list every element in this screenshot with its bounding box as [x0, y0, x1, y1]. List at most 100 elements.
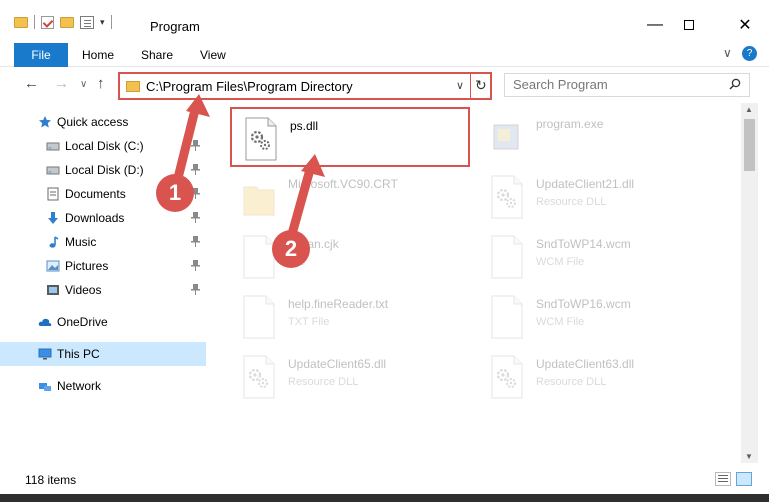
- up-button[interactable]: ↑: [97, 75, 105, 92]
- computer-icon: [38, 347, 52, 361]
- file-name: UpdateClient65.dll: [288, 357, 387, 371]
- sidebar-item-network[interactable]: Network: [0, 374, 206, 398]
- file-name: SndToWP16.wcm: [536, 297, 631, 311]
- pin-icon[interactable]: [191, 212, 200, 226]
- new-folder-icon[interactable]: [60, 16, 74, 28]
- expand-ribbon-icon[interactable]: ∨: [723, 46, 732, 60]
- file-tile[interactable]: Microsoft.VC90.CRT: [230, 167, 470, 227]
- folder-icon: [242, 175, 276, 219]
- help-icon[interactable]: ?: [742, 46, 757, 61]
- sidebar-item-label: Videos: [65, 283, 102, 297]
- pin-icon[interactable]: [191, 164, 200, 178]
- quick-access-toolbar: ▾: [14, 15, 112, 29]
- music-icon: [46, 235, 60, 249]
- sidebar-item-local-disk-c[interactable]: Local Disk (C:): [0, 134, 206, 158]
- sidebar-item-label: Local Disk (C:): [65, 139, 144, 153]
- sidebar-item-quick-access[interactable]: Quick access: [0, 110, 206, 134]
- status-bar: 118 items: [0, 470, 769, 492]
- tab-view[interactable]: View: [200, 48, 226, 62]
- file-tile[interactable]: SndToWP14.wcm WCM File: [478, 227, 718, 287]
- maximize-button[interactable]: [666, 10, 712, 40]
- documents-icon: [46, 187, 60, 201]
- file-tile[interactable]: UpdateClient65.dll Resource DLL: [230, 347, 470, 407]
- annotation-marker-2: 2: [272, 230, 310, 268]
- file-type: WCM File: [536, 316, 585, 328]
- address-bar[interactable]: C:\Program Files\Program Directory ∨ ↻: [118, 72, 492, 100]
- dll-icon: [490, 355, 524, 399]
- folder-icon: [126, 81, 140, 92]
- details-view-button[interactable]: [715, 472, 731, 486]
- search-box[interactable]: [504, 73, 750, 97]
- large-icons-view-button[interactable]: [736, 472, 752, 486]
- address-path[interactable]: C:\Program Files\Program Directory: [146, 79, 353, 94]
- toolbar-divider: [110, 15, 112, 29]
- search-input[interactable]: [513, 77, 723, 92]
- scrollbar-thumb[interactable]: [744, 119, 755, 171]
- pin-icon[interactable]: [191, 140, 200, 154]
- address-divider: [470, 74, 471, 98]
- star-icon: [38, 115, 52, 129]
- tab-file[interactable]: File: [14, 43, 68, 67]
- file-icon: [242, 295, 276, 339]
- tab-share[interactable]: Share: [141, 48, 173, 62]
- file-type: Resource DLL: [536, 196, 607, 208]
- pin-icon[interactable]: [191, 260, 200, 274]
- customize-toolbar-dropdown-icon[interactable]: ▾: [100, 17, 105, 28]
- sidebar-item-label: Local Disk (D:): [65, 163, 144, 177]
- recent-locations-icon[interactable]: ∨: [80, 79, 87, 90]
- refresh-icon[interactable]: ↻: [475, 77, 487, 94]
- tab-home[interactable]: Home: [82, 48, 114, 62]
- file-name: program.exe: [536, 117, 604, 131]
- sidebar-item-pictures[interactable]: Pictures: [0, 254, 206, 278]
- file-tile[interactable]: UpdateClient21.dll Resource DLL: [478, 167, 718, 227]
- forward-button[interactable]: →: [54, 75, 69, 92]
- sidebar-item-label: Documents: [65, 187, 126, 201]
- file-tile[interactable]: UpdateClient63.dll Resource DLL: [478, 347, 718, 407]
- minimize-icon: —: [647, 16, 663, 33]
- vertical-scrollbar[interactable]: ▲ ▼: [741, 103, 758, 463]
- file-icon: [242, 235, 276, 279]
- maximize-icon: [684, 20, 694, 30]
- toolbar-divider: [34, 15, 35, 29]
- folder-icon: [14, 16, 28, 28]
- file-tile[interactable]: help.fineReader.txt TXT File: [230, 287, 470, 347]
- navigation-pane: Quick access Local Disk (C:) Local Disk (D…: [0, 103, 206, 463]
- file-name: UpdateClient21.dll: [536, 177, 635, 191]
- scroll-down-icon[interactable]: ▼: [745, 452, 753, 461]
- pictures-icon: [46, 259, 60, 273]
- title-bar: ▾ Program — ✕: [0, 0, 769, 43]
- file-type: TXT File: [288, 316, 330, 328]
- dll-icon: [242, 355, 276, 399]
- file-type: Resource DLL: [288, 376, 359, 388]
- sidebar-item-videos[interactable]: Videos: [0, 278, 206, 302]
- sidebar-item-label: Pictures: [65, 259, 109, 273]
- exe-icon: [490, 115, 524, 159]
- sidebar-item-label: This PC: [57, 347, 100, 361]
- download-icon: [46, 211, 60, 225]
- drive-icon: [46, 163, 60, 177]
- file-name: ps.dll: [290, 119, 319, 133]
- file-tile[interactable]: SndToWP16.wcm WCM File: [478, 287, 718, 347]
- sidebar-item-onedrive[interactable]: OneDrive: [0, 310, 206, 334]
- videos-icon: [46, 283, 60, 297]
- file-tile[interactable]: ps.dll: [230, 107, 470, 167]
- pin-icon[interactable]: [191, 236, 200, 250]
- window-bottom-edge: [0, 494, 769, 502]
- sidebar-item-music[interactable]: Music: [0, 230, 206, 254]
- search-icon[interactable]: [729, 78, 741, 90]
- address-dropdown-icon[interactable]: ∨: [456, 79, 464, 92]
- file-tile[interactable]: eacan.cjkFile: [230, 227, 470, 287]
- item-count: 118 items: [25, 473, 77, 487]
- file-tile[interactable]: program.exe: [478, 107, 718, 167]
- properties-icon[interactable]: [80, 15, 94, 29]
- close-button[interactable]: ✕: [722, 10, 768, 40]
- sidebar-item-this-pc[interactable]: This PC: [0, 342, 206, 366]
- annotation-marker-1: 1: [156, 174, 194, 212]
- sidebar-item-label: Downloads: [65, 211, 125, 225]
- back-button[interactable]: ←: [24, 75, 39, 92]
- dll-icon: [490, 175, 524, 219]
- file-icon: [490, 295, 524, 339]
- scroll-up-icon[interactable]: ▲: [745, 105, 753, 114]
- pin-icon[interactable]: [191, 284, 200, 298]
- properties-check-icon[interactable]: [41, 15, 54, 29]
